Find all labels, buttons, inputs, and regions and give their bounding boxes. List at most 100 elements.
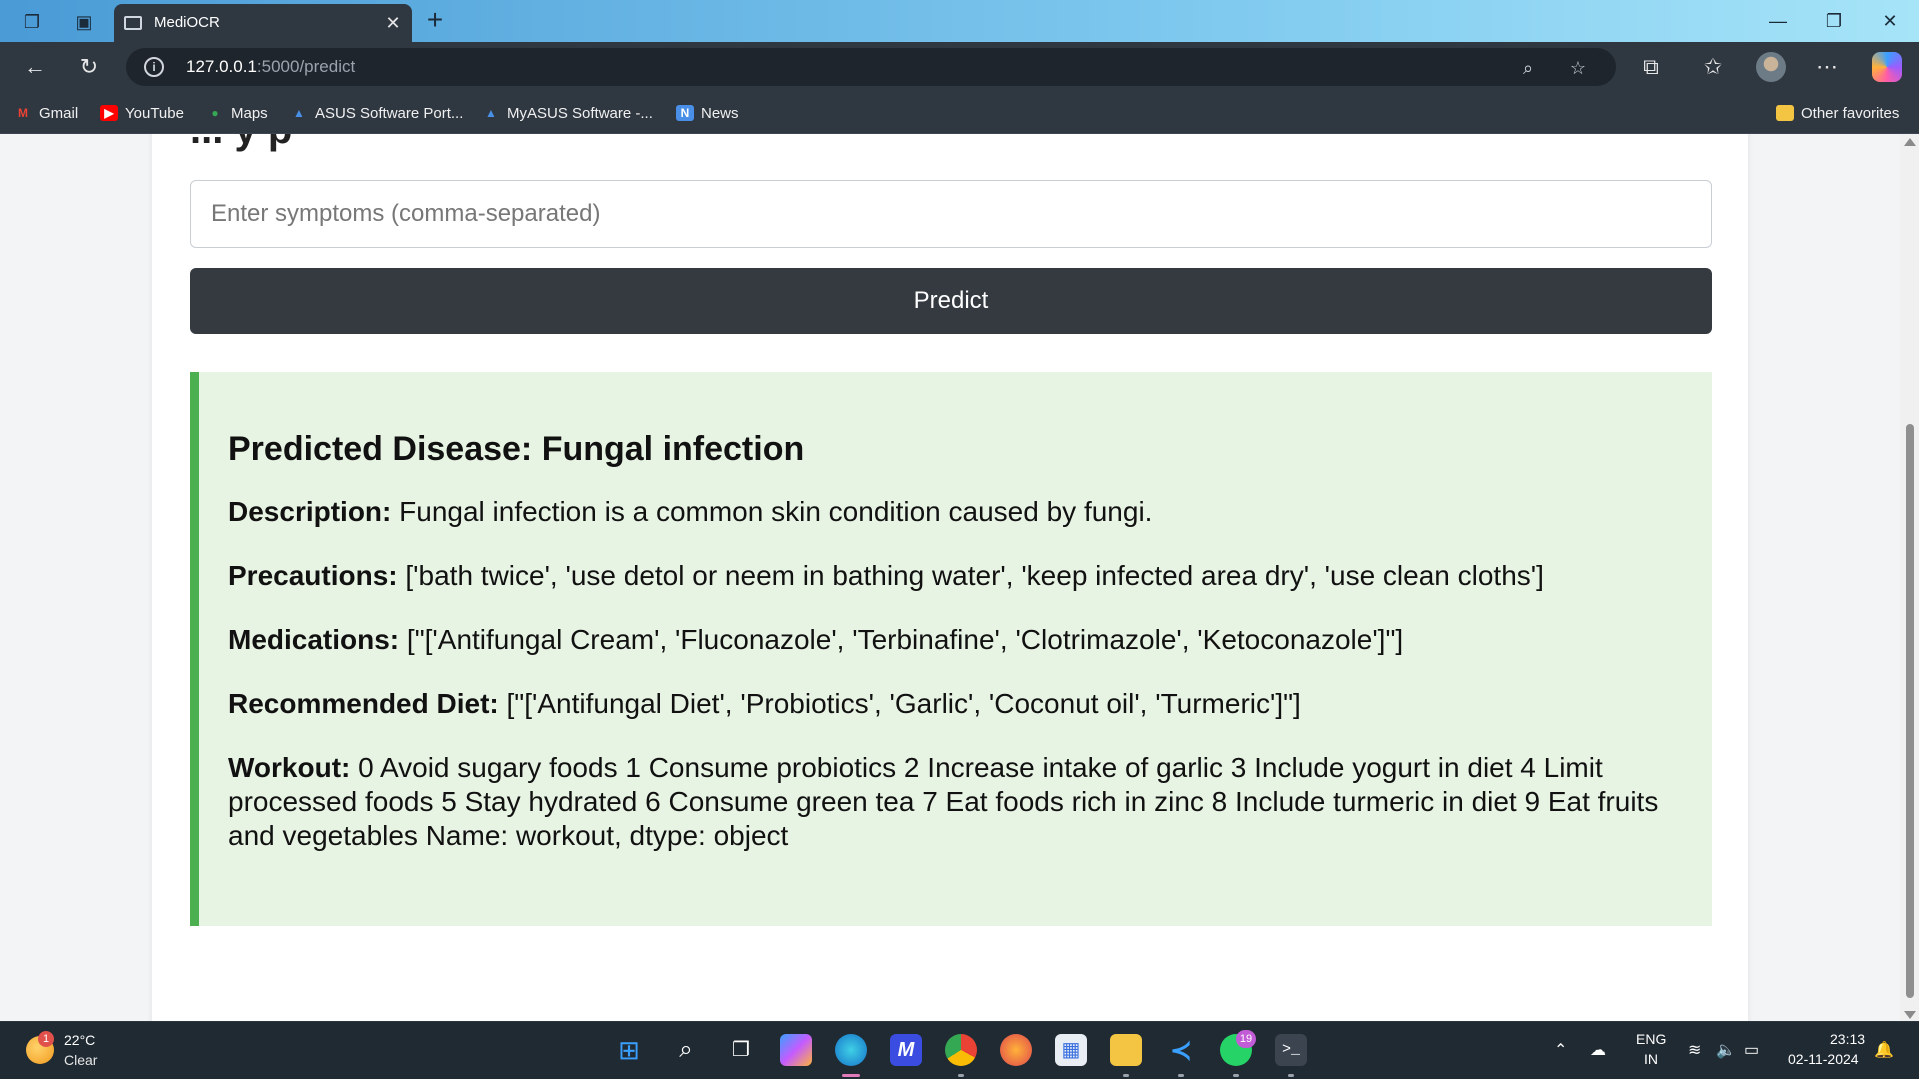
onedrive-icon[interactable]: ☁ xyxy=(1590,1040,1606,1060)
back-button[interactable]: ← xyxy=(20,52,50,82)
favorite-star-icon[interactable]: ☆ xyxy=(1566,56,1590,80)
more-menu-icon[interactable]: ⋯ xyxy=(1812,52,1842,82)
favorite-label: ASUS Software Port... xyxy=(315,104,464,122)
terminal-icon[interactable]: >_ xyxy=(1275,1034,1307,1066)
chrome-running-indicator xyxy=(958,1074,964,1077)
close-window-button[interactable]: ✕ xyxy=(1870,8,1910,34)
favorite-label: News xyxy=(701,104,739,122)
favorite-asus-software-portal[interactable]: ▲ ASUS Software Port... xyxy=(290,102,463,124)
restore-button[interactable]: ❐ xyxy=(1814,8,1854,34)
zoom-icon[interactable]: ⌕ xyxy=(1516,56,1540,80)
clock-date[interactable]: 02-11-2024 xyxy=(1788,1051,1859,1067)
favorite-label: Gmail xyxy=(39,104,79,122)
vertical-scrollbar[interactable] xyxy=(1900,134,1919,1021)
minimize-button[interactable]: — xyxy=(1758,8,1798,34)
copilot-app-icon[interactable] xyxy=(780,1034,812,1066)
input-language[interactable]: ENG xyxy=(1636,1031,1666,1047)
url-host: 127.0.0.1 xyxy=(186,57,257,76)
medications-value: ["['Antifungal Cream', 'Fluconazole', 'T… xyxy=(399,624,1404,655)
medications-label: Medications: xyxy=(228,624,400,655)
description-label: Description: xyxy=(228,496,392,527)
asus-icon: ▲ xyxy=(485,106,497,120)
refresh-button[interactable]: ↻ xyxy=(74,52,104,82)
close-tab-icon[interactable]: ✕ xyxy=(382,12,404,34)
volume-icon[interactable]: 🔈 xyxy=(1716,1040,1736,1060)
url-text[interactable]: 127.0.0.1:5000/predict xyxy=(186,57,355,77)
search-icon[interactable]: ⌕ xyxy=(670,1034,702,1066)
workout-value: 0 Avoid sugary foods 1 Consume probiotic… xyxy=(228,752,1659,851)
whatsapp-running-indicator xyxy=(1233,1074,1239,1077)
page-viewport: ... y p Predict Predicted Disease: Funga… xyxy=(0,134,1900,1021)
scroll-thumb[interactable] xyxy=(1906,424,1914,998)
battery-icon[interactable]: ▭ xyxy=(1744,1040,1759,1060)
folder-icon xyxy=(1776,105,1794,121)
start-icon[interactable]: ⊞ xyxy=(613,1034,645,1066)
file-explorer-icon[interactable] xyxy=(1110,1034,1142,1066)
workout-label: Workout: xyxy=(228,752,351,783)
notifications-bell-icon[interactable]: 🔔 xyxy=(1874,1040,1894,1060)
precautions-label: Precautions: xyxy=(228,560,398,591)
vscode-running-indicator xyxy=(1178,1074,1184,1077)
precautions-value: ['bath twice', 'use detol or neem in bat… xyxy=(397,560,1544,591)
url-path: :5000/predict xyxy=(256,57,356,76)
news-icon: N xyxy=(676,105,694,121)
workout-row: Workout: 0 Avoid sugary foods 1 Consume … xyxy=(228,751,1682,853)
whatsapp-badge: 19 xyxy=(1236,1030,1256,1048)
predicted-disease-title: Predicted Disease: Fungal infection xyxy=(228,430,805,468)
favorite-label: MyASUS Software -... xyxy=(507,104,653,122)
firefox-icon[interactable] xyxy=(1000,1034,1032,1066)
diet-value: ["['Antifungal Diet', 'Probiotics', 'Gar… xyxy=(498,688,1301,719)
site-info-icon[interactable]: i xyxy=(144,57,164,77)
editor-app-icon[interactable]: M xyxy=(890,1034,922,1066)
gmail-icon: M xyxy=(18,106,28,120)
explorer-running-indicator xyxy=(1123,1074,1129,1077)
favorite-gmail[interactable]: M Gmail xyxy=(14,102,78,124)
asus-icon: ▲ xyxy=(293,106,305,120)
input-region[interactable]: IN xyxy=(1644,1051,1658,1067)
wifi-icon[interactable]: ≋ xyxy=(1688,1040,1701,1060)
youtube-icon: ▶ xyxy=(100,105,118,121)
description-row: Description: Fungal infection is a commo… xyxy=(228,495,1682,529)
diet-row: Recommended Diet: ["['Antifungal Diet', … xyxy=(228,687,1682,721)
precautions-row: Precautions: ['bath twice', 'use detol o… xyxy=(228,559,1682,593)
tab-medi-ocr[interactable]: MediOCR ✕ xyxy=(114,4,412,42)
favorite-label: Maps xyxy=(231,104,268,122)
weather-badge: 1 xyxy=(38,1031,54,1047)
favorite-news[interactable]: N News xyxy=(676,102,739,124)
predict-button[interactable]: Predict xyxy=(190,268,1712,334)
scroll-up-arrow-icon[interactable] xyxy=(1904,138,1916,146)
terminal-running-indicator xyxy=(1288,1074,1294,1077)
store-icon[interactable]: ▦ xyxy=(1055,1034,1087,1066)
page-heading-partial: ... y p xyxy=(190,134,292,153)
weather-temperature[interactable]: 22°C xyxy=(64,1032,95,1048)
favorite-label: YouTube xyxy=(125,104,184,122)
description-value: Fungal infection is a common skin condit… xyxy=(391,496,1153,527)
favorites-icon[interactable]: ✩ xyxy=(1698,52,1728,82)
symptoms-input[interactable] xyxy=(190,180,1712,248)
browser-toolbar: ← ↻ i 127.0.0.1:5000/predict ⌕ ☆ ⧉ ✩ ⋯ xyxy=(0,42,1919,92)
new-tab-button[interactable]: + xyxy=(420,6,450,36)
favorite-youtube[interactable]: ▶ YouTube xyxy=(100,102,184,124)
tab-title: MediOCR xyxy=(154,14,220,31)
show-hidden-icons-chevron-icon[interactable]: ⌃ xyxy=(1554,1040,1567,1060)
scroll-down-arrow-icon[interactable] xyxy=(1904,1011,1916,1019)
task-view-icon[interactable]: ❐ xyxy=(725,1034,757,1066)
clock-time[interactable]: 23:13 xyxy=(1830,1031,1865,1047)
weather-condition[interactable]: Clear xyxy=(64,1052,97,1068)
favorites-bar: M Gmail ▶ YouTube ● Maps ▲ ASUS Software… xyxy=(0,92,1919,134)
favorite-myasus-software[interactable]: ▲ MyASUS Software -... xyxy=(482,102,653,124)
browser-title-bar: ❐ ▣ MediOCR ✕ + — ❐ ✕ xyxy=(0,0,1919,42)
other-favorites[interactable]: Other favorites xyxy=(1776,102,1899,124)
chrome-icon[interactable] xyxy=(945,1034,977,1066)
edge-icon[interactable] xyxy=(835,1034,867,1066)
favorite-maps[interactable]: ● Maps xyxy=(206,102,268,124)
diet-label: Recommended Diet: xyxy=(228,688,499,719)
extensions-icon[interactable]: ⧉ xyxy=(1636,52,1666,82)
tab-actions-icon[interactable]: ▣ xyxy=(72,10,96,34)
address-bar[interactable]: i 127.0.0.1:5000/predict ⌕ ☆ xyxy=(126,48,1616,86)
maps-icon: ● xyxy=(211,106,219,120)
workspaces-icon[interactable]: ❐ xyxy=(20,10,44,34)
copilot-icon[interactable] xyxy=(1872,52,1902,82)
vscode-icon[interactable]: ≺ xyxy=(1165,1034,1197,1066)
profile-avatar[interactable] xyxy=(1756,52,1786,82)
